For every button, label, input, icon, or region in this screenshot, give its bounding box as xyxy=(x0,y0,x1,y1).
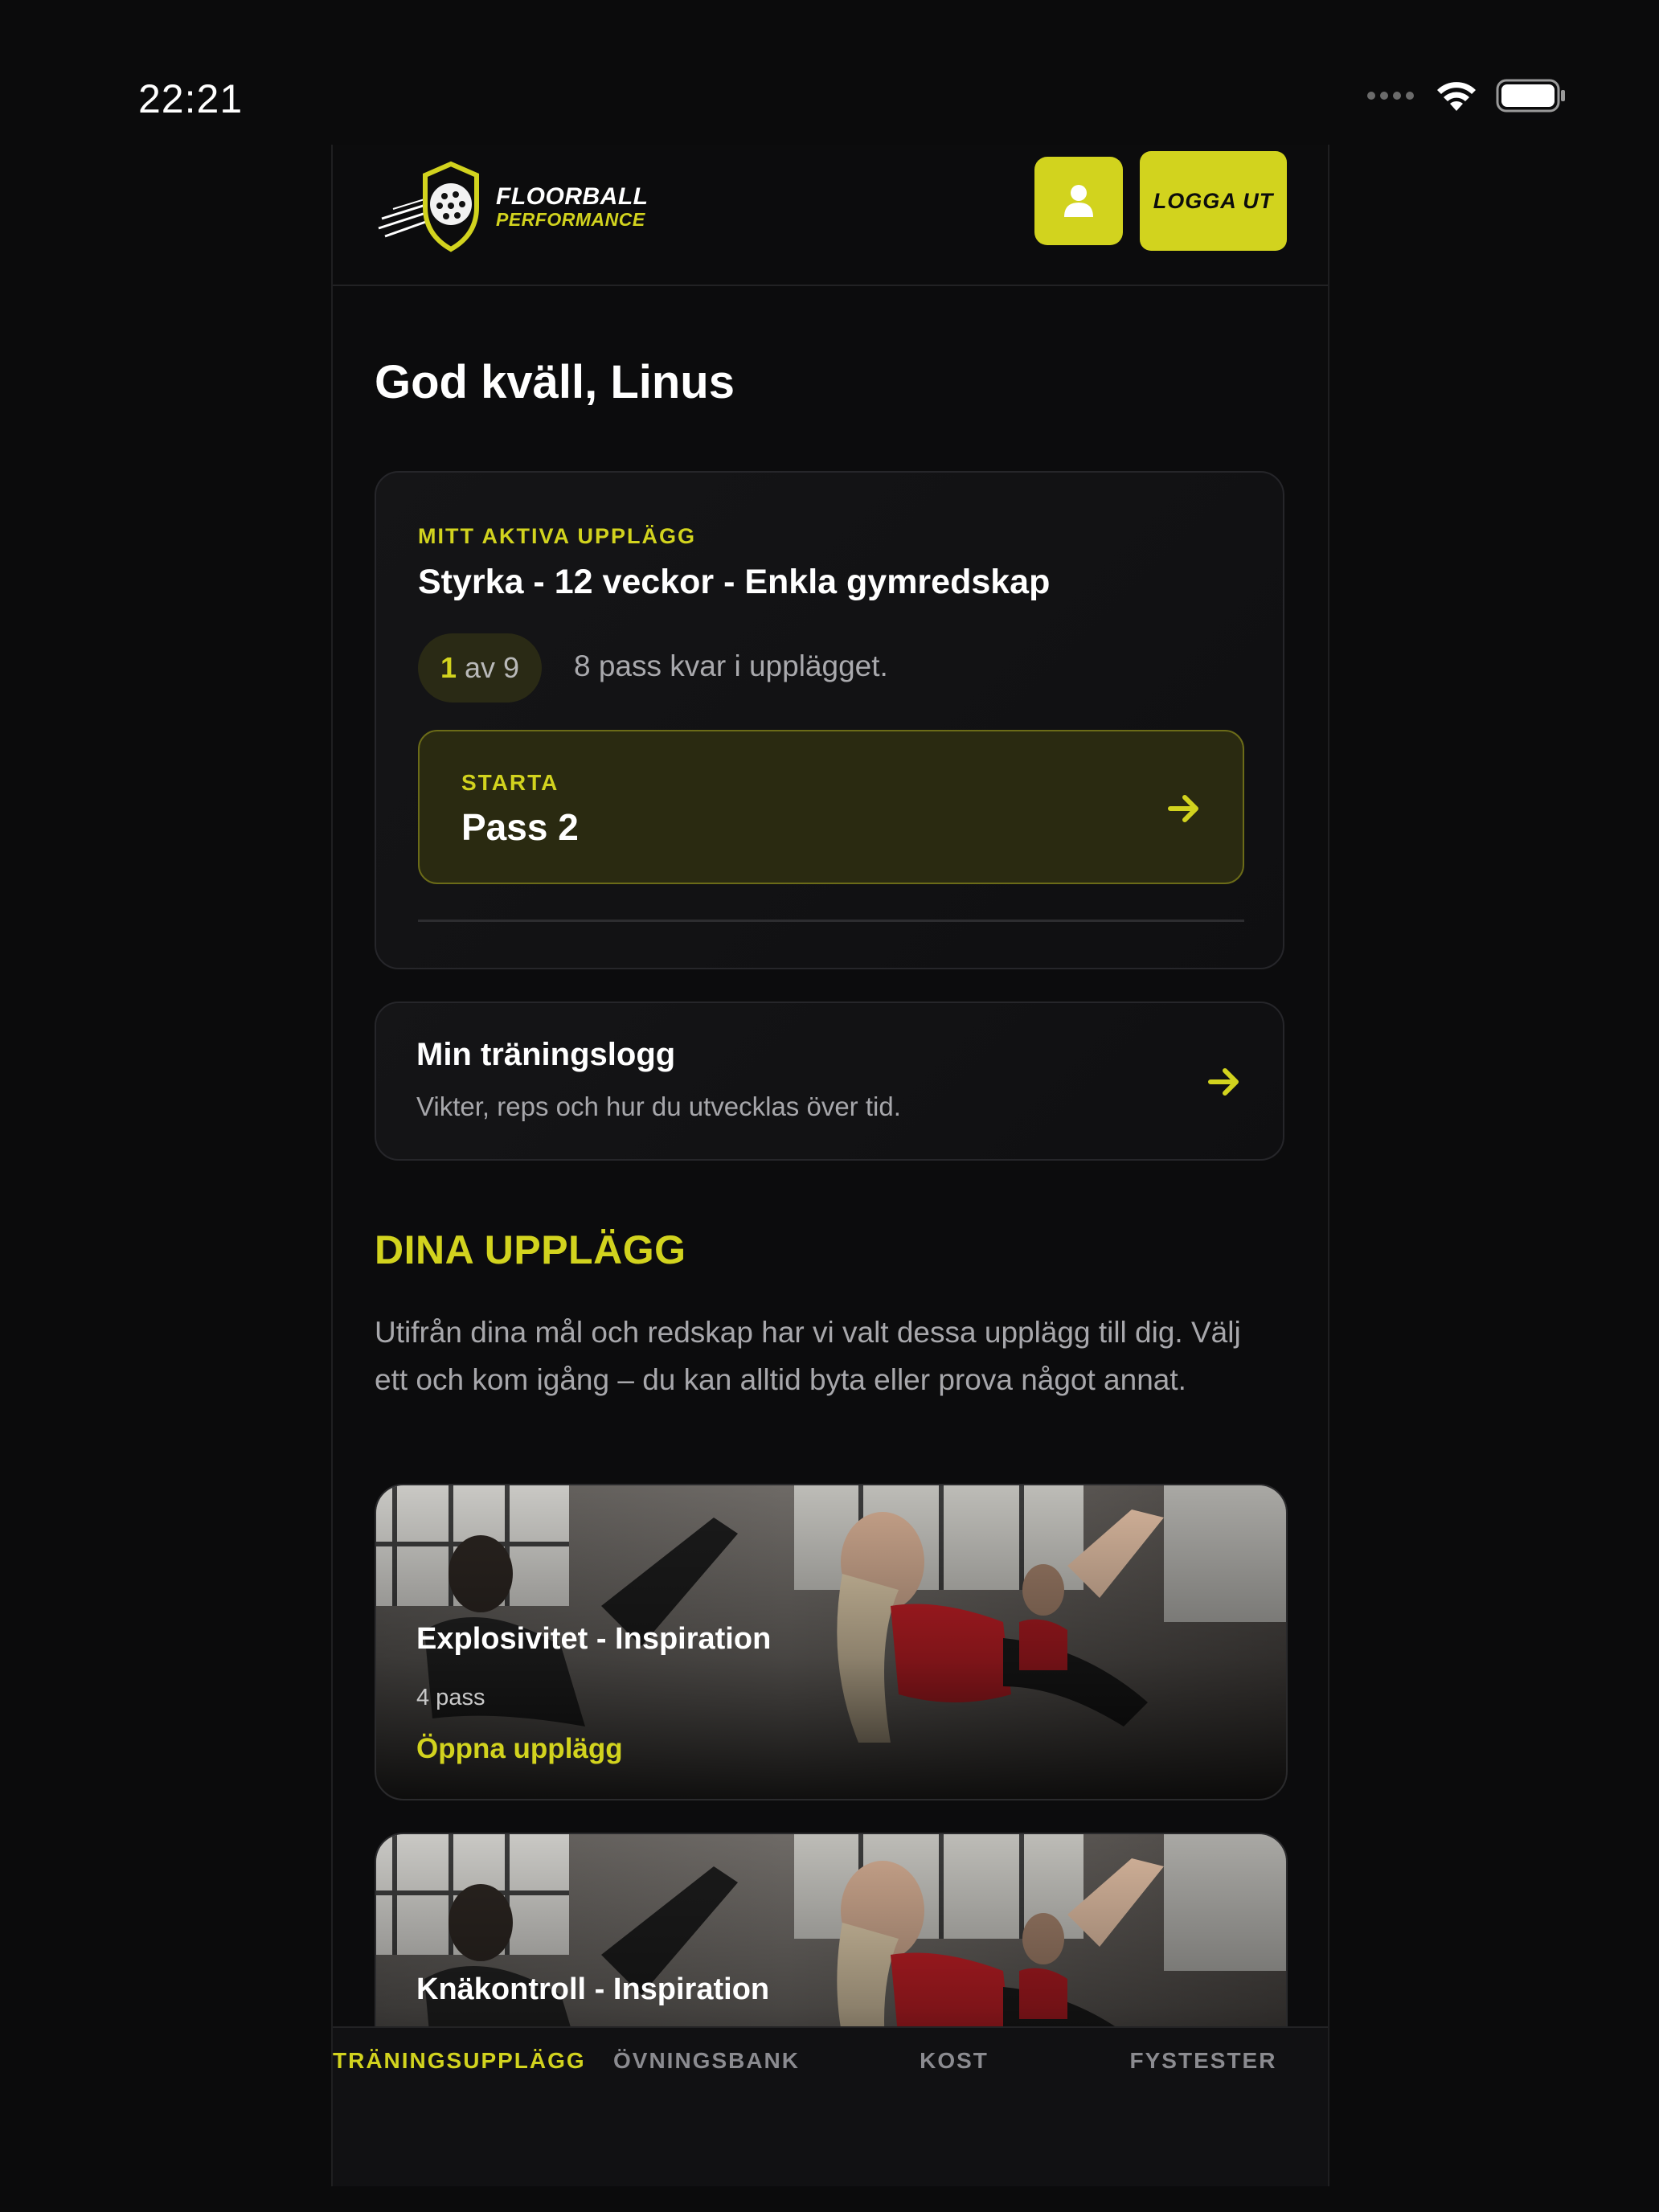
training-log-title: Min träningslogg xyxy=(416,1037,676,1072)
top-bar: FLOORBALL PERFORMANCE LOGGA UT xyxy=(333,145,1328,286)
greeting-heading: God kväll, Linus xyxy=(375,356,735,408)
cellular-signal-icon xyxy=(1367,92,1414,100)
open-plan-link[interactable]: Öppna upplägg xyxy=(416,1733,623,1765)
logout-button[interactable]: LOGGA UT xyxy=(1140,151,1287,251)
logo-line-1: FLOORBALL xyxy=(496,182,649,210)
tab-kost[interactable]: KOST xyxy=(830,2048,1079,2074)
floorball-shield-icon xyxy=(378,161,479,252)
progress-current: 1 xyxy=(440,651,457,684)
active-plan-title: Styrka - 12 veckor - Enkla gymredskap xyxy=(418,563,1051,601)
start-session-button[interactable]: STARTA Pass 2 xyxy=(418,730,1244,884)
training-log-subtitle: Vikter, reps och hur du utvecklas över t… xyxy=(416,1092,901,1121)
app-frame: FLOORBALL PERFORMANCE LOGGA UT God kväll… xyxy=(331,145,1329,2186)
logo-wordmark: FLOORBALL PERFORMANCE xyxy=(496,182,649,230)
plans-section-title: DINA UPPLÄGG xyxy=(375,1227,686,1272)
app-logo[interactable]: FLOORBALL PERFORMANCE xyxy=(377,154,648,259)
remaining-sessions-text: 8 pass kvar i upplägget. xyxy=(574,649,888,682)
card-divider xyxy=(418,920,1244,922)
progress-total: av 9 xyxy=(464,651,520,684)
plan-card-session-count: 4 pass xyxy=(416,1685,485,1710)
session-progress-badge: 1 av 9 xyxy=(418,633,542,703)
tab-fystester[interactable]: FYSTESTER xyxy=(1079,2048,1328,2074)
tab-ovningsbank[interactable]: ÖVNINGSBANK xyxy=(582,2048,831,2074)
user-icon xyxy=(1064,185,1093,217)
status-icons xyxy=(1366,79,1567,113)
training-log-card[interactable]: Min träningslogg Vikter, reps och hur du… xyxy=(375,1002,1284,1161)
arrow-right-icon xyxy=(1208,1068,1239,1096)
logo-line-2: PERFORMANCE xyxy=(496,208,645,230)
active-plan-eyebrow: MITT AKTIVA UPPLÄGG xyxy=(418,524,696,548)
status-bar: 22:21 xyxy=(0,0,1659,145)
plan-card-title: Knäkontroll - Inspiration xyxy=(416,1972,770,2006)
plan-card-title: Explosivitet - Inspiration xyxy=(416,1622,772,1656)
status-time: 22:21 xyxy=(138,76,244,121)
active-plan-card: MITT AKTIVA UPPLÄGG Styrka - 12 veckor -… xyxy=(375,471,1284,969)
plan-card[interactable]: Explosivitet - Inspiration 4 pass Öppna … xyxy=(375,1484,1288,1800)
wifi-icon xyxy=(1437,82,1476,111)
profile-button[interactable] xyxy=(1034,157,1123,245)
start-session-title: Pass 2 xyxy=(461,806,579,848)
tab-traningsupplagg[interactable]: TRÄNINGSUPPLÄGG xyxy=(333,2048,584,2074)
start-eyebrow: STARTA xyxy=(461,770,559,795)
arrow-right-icon xyxy=(1168,795,1198,822)
plans-section-description: Utifrån dina mål och redskap har vi valt… xyxy=(375,1316,1241,1396)
battery-icon xyxy=(1496,79,1565,113)
